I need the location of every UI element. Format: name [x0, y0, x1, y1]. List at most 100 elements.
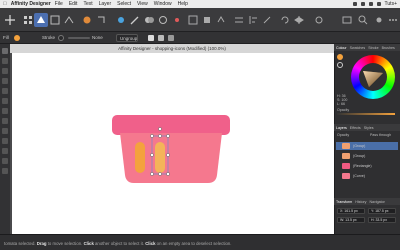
arrange-icon[interactable]	[232, 13, 246, 27]
selection-handle[interactable]	[166, 172, 170, 176]
wifi-icon[interactable]	[360, 2, 365, 6]
ungroup-button[interactable]: Ungroup	[116, 34, 138, 42]
selection-handle[interactable]	[166, 153, 170, 157]
boolean-add-icon[interactable]	[142, 13, 156, 27]
volume-icon[interactable]	[368, 2, 373, 6]
tab-layers[interactable]: Layers	[336, 126, 347, 130]
menu-layer[interactable]: Layer	[99, 1, 112, 7]
x-field[interactable]: X: 161.5 px	[337, 208, 365, 214]
menu-view[interactable]: View	[137, 1, 148, 7]
view-mode-icon[interactable]	[114, 13, 128, 27]
y-field[interactable]: Y: 187.5 px	[368, 208, 396, 214]
insert-inside-icon[interactable]	[186, 13, 200, 27]
layer-name: (Rectangle)	[353, 164, 372, 168]
selection-handle[interactable]	[158, 134, 162, 138]
pencil-tool-icon[interactable]	[2, 88, 8, 94]
battery-icon[interactable]	[352, 2, 357, 6]
blend-mode-select[interactable]: Pass through	[370, 133, 391, 137]
align-icon[interactable]	[246, 13, 260, 27]
pixel-persona-icon[interactable]	[48, 13, 62, 27]
designer-persona-icon[interactable]	[34, 13, 48, 27]
selection-handle[interactable]	[158, 172, 162, 176]
apple-icon[interactable]: 	[3, 1, 7, 7]
menu-select[interactable]: Select	[117, 1, 131, 7]
layer-row[interactable]: (Rectangle)	[336, 162, 398, 170]
basket-slot-selected[interactable]	[155, 142, 165, 173]
transform-icon[interactable]	[260, 13, 274, 27]
menu-text[interactable]: Text	[83, 1, 92, 7]
tab-stroke[interactable]: Stroke	[368, 46, 378, 50]
tab-transform[interactable]: Transform	[336, 200, 352, 204]
insert-top-icon[interactable]	[214, 13, 228, 27]
colour-wheel[interactable]	[351, 55, 395, 99]
artboard[interactable]	[12, 53, 334, 234]
selection-handle[interactable]	[150, 134, 154, 138]
transform-panel-tabs: Transform History Navigator	[334, 198, 400, 205]
stroke-swatch[interactable]	[58, 35, 64, 41]
layer-name: (Group)	[353, 154, 366, 158]
layers-panel-tabs: Layers Effects Styles	[334, 124, 400, 131]
rectangle-tool-icon[interactable]	[2, 138, 8, 144]
menu-edit[interactable]: Edit	[69, 1, 78, 7]
tab-styles[interactable]: Styles	[364, 126, 374, 130]
app-name[interactable]: Affinity Designer	[11, 1, 51, 7]
h-field[interactable]: H: 33.5 px	[368, 217, 396, 223]
grid-icon[interactable]	[21, 13, 35, 27]
stroke-color-swatch[interactable]	[337, 62, 343, 68]
fill-color-swatch[interactable]	[337, 54, 343, 60]
tab-navigator[interactable]: Navigator	[369, 200, 384, 204]
text-tool-icon[interactable]	[2, 158, 8, 164]
tab-effects[interactable]: Effects	[350, 126, 361, 130]
basket-rim[interactable]	[112, 115, 230, 135]
zoom-icon[interactable]	[356, 13, 370, 27]
fill-tool-icon[interactable]	[2, 108, 8, 114]
align-options-icon[interactable]	[168, 35, 174, 41]
selection-handle[interactable]	[150, 153, 154, 157]
tab-history[interactable]: History	[355, 200, 366, 204]
transparency-tool-icon[interactable]	[2, 118, 8, 124]
brush-tool-icon[interactable]	[2, 98, 8, 104]
selection-handle[interactable]	[150, 172, 154, 176]
snapping-icon[interactable]	[94, 13, 108, 27]
basket-slot-left[interactable]	[135, 142, 145, 173]
move-tool-icon[interactable]	[3, 13, 17, 27]
ellipse-tool-icon[interactable]	[2, 148, 8, 154]
move-tool-icon[interactable]	[2, 48, 8, 54]
opacity-slider[interactable]	[337, 113, 395, 115]
pencil-icon[interactable]	[128, 13, 142, 27]
tab-colour[interactable]: Colour	[336, 46, 347, 50]
selection-handle[interactable]	[166, 134, 170, 138]
layer-row[interactable]: (Group)	[336, 142, 398, 150]
more-icon[interactable]	[386, 13, 400, 27]
flip-icon[interactable]	[292, 13, 306, 27]
user-label[interactable]: Tuts+	[385, 1, 397, 7]
assistant-icon[interactable]	[312, 13, 326, 27]
layer-row[interactable]: (Group)	[336, 152, 398, 160]
menu-window[interactable]: Window	[154, 1, 172, 7]
export-persona-icon[interactable]	[62, 13, 76, 27]
layer-row[interactable]: (Curve)	[336, 172, 398, 180]
tab-brushes[interactable]: Brushes	[382, 46, 395, 50]
pen-tool-icon[interactable]	[2, 78, 8, 84]
boolean-subtract-icon[interactable]	[156, 13, 170, 27]
fill-swatch[interactable]	[14, 35, 20, 41]
preferences-icon[interactable]	[372, 13, 386, 27]
menu-help[interactable]: Help	[178, 1, 188, 7]
w-field[interactable]: W: 13.5 px	[337, 217, 365, 223]
corner-tool-icon[interactable]	[2, 68, 8, 74]
menu-file[interactable]: File	[55, 1, 63, 7]
rotation-handle[interactable]	[158, 127, 162, 131]
spotlight-icon[interactable]	[376, 2, 381, 6]
tab-swatches[interactable]: Swatches	[350, 46, 366, 50]
document-setup-icon[interactable]	[80, 13, 94, 27]
insert-behind-icon[interactable]	[200, 13, 214, 27]
snap-points-icon[interactable]	[170, 13, 184, 27]
crop-tool-icon[interactable]	[2, 128, 8, 134]
node-tool-icon[interactable]	[2, 58, 8, 64]
studio-toggle-icon[interactable]	[340, 13, 354, 27]
show-handles-icon[interactable]	[158, 35, 164, 41]
stroke-width-slider[interactable]	[68, 37, 90, 39]
rotate-icon[interactable]	[278, 13, 292, 27]
zoom-tool-icon[interactable]	[2, 168, 8, 174]
transform-origin-icon[interactable]	[148, 35, 154, 41]
